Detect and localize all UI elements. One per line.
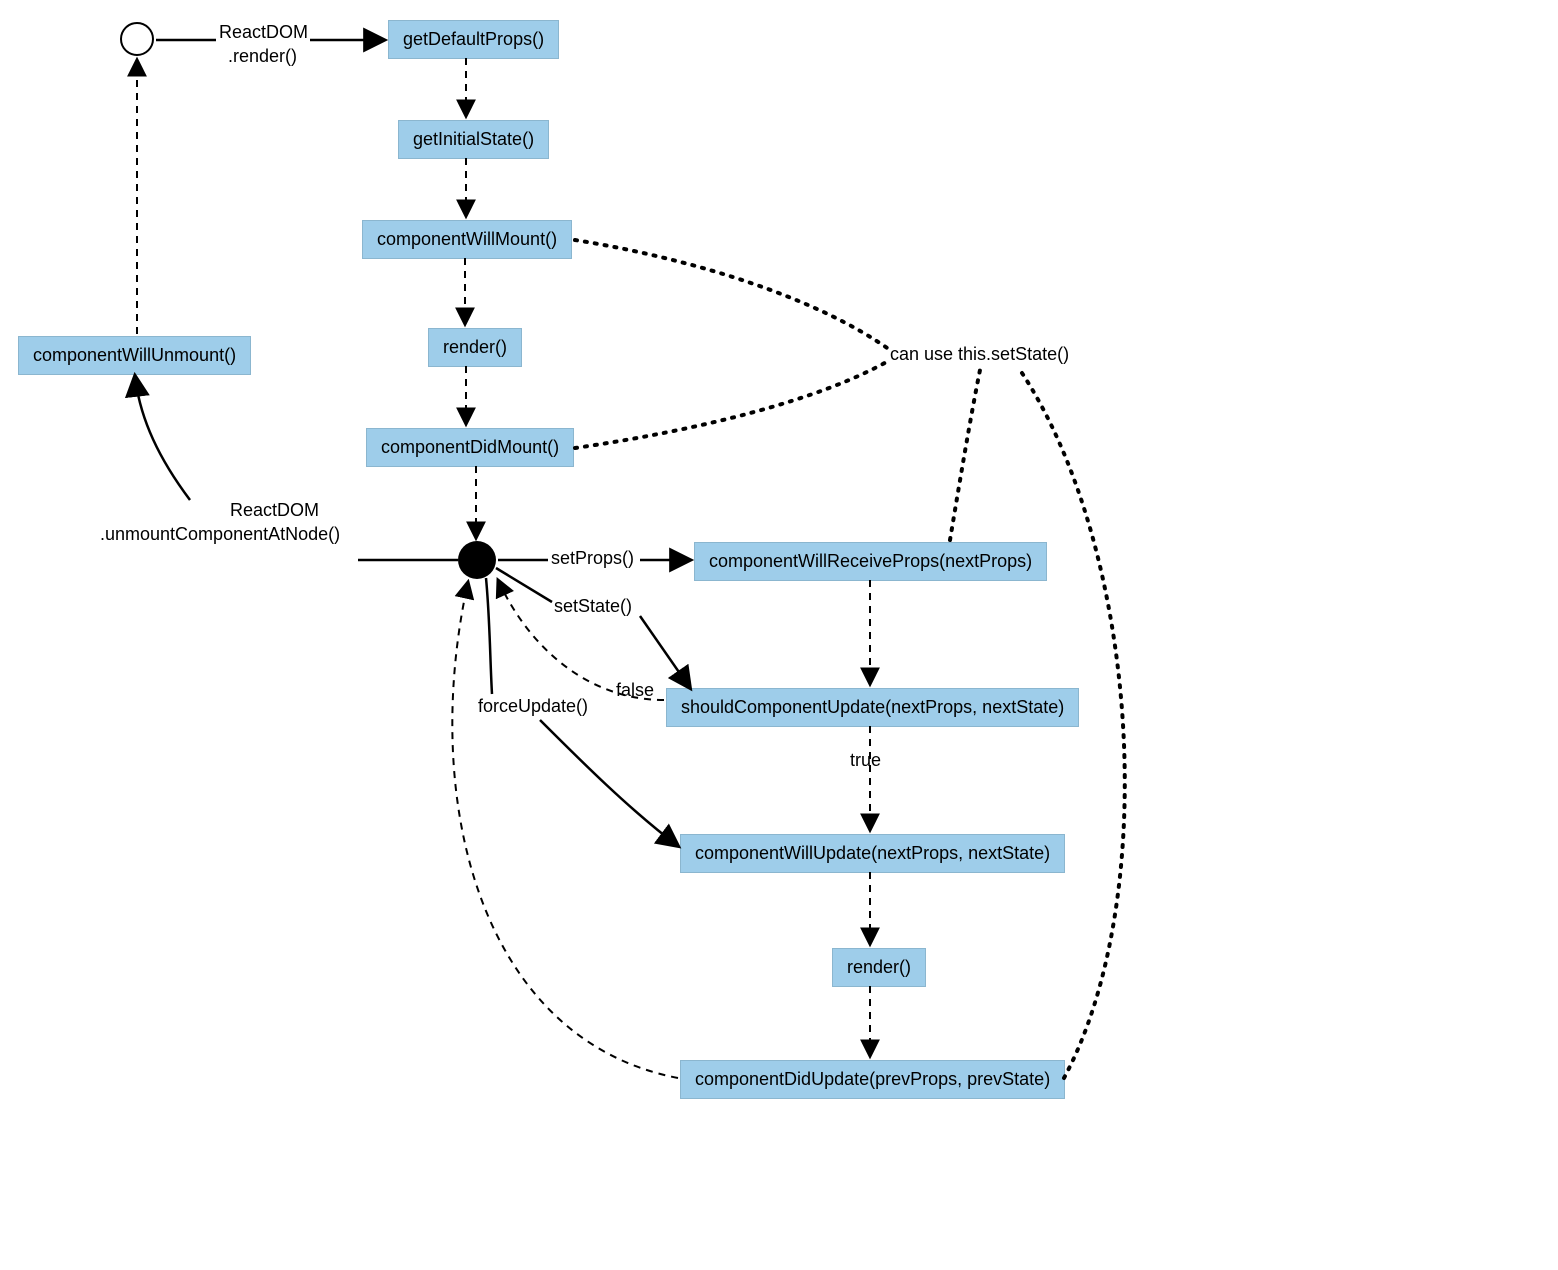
label-unmount-line1: ReactDOM [230, 500, 319, 521]
node-componentWillReceiveProps: componentWillReceiveProps(nextProps) [694, 542, 1047, 581]
node-render2: render() [832, 948, 926, 987]
label-setprops: setProps() [551, 548, 634, 569]
node-componentDidUpdate: componentDidUpdate(prevProps, prevState) [680, 1060, 1065, 1099]
node-componentWillUnmount: componentWillUnmount() [18, 336, 251, 375]
label-reactdom-render-line2: .render() [228, 46, 297, 67]
label-unmount-line2: .unmountComponentAtNode() [100, 524, 340, 545]
node-componentWillUpdate: componentWillUpdate(nextProps, nextState… [680, 834, 1065, 873]
label-forceupdate: forceUpdate() [478, 696, 588, 717]
label-can-use-setstate: can use this.setState() [890, 344, 1069, 365]
label-false: false [616, 680, 654, 701]
start-state-circle [120, 22, 154, 56]
node-render1: render() [428, 328, 522, 367]
node-shouldComponentUpdate: shouldComponentUpdate(nextProps, nextSta… [666, 688, 1079, 727]
node-getInitialState: getInitialState() [398, 120, 549, 159]
label-true: true [850, 750, 881, 771]
label-reactdom-render-line1: ReactDOM [219, 22, 308, 43]
node-componentDidMount: componentDidMount() [366, 428, 574, 467]
diagram-canvas: componentWillUnmount() getDefaultProps()… [0, 0, 1558, 1270]
mounted-state-circle [458, 541, 496, 579]
node-componentWillMount: componentWillMount() [362, 220, 572, 259]
node-getDefaultProps: getDefaultProps() [388, 20, 559, 59]
label-setstate: setState() [554, 596, 632, 617]
